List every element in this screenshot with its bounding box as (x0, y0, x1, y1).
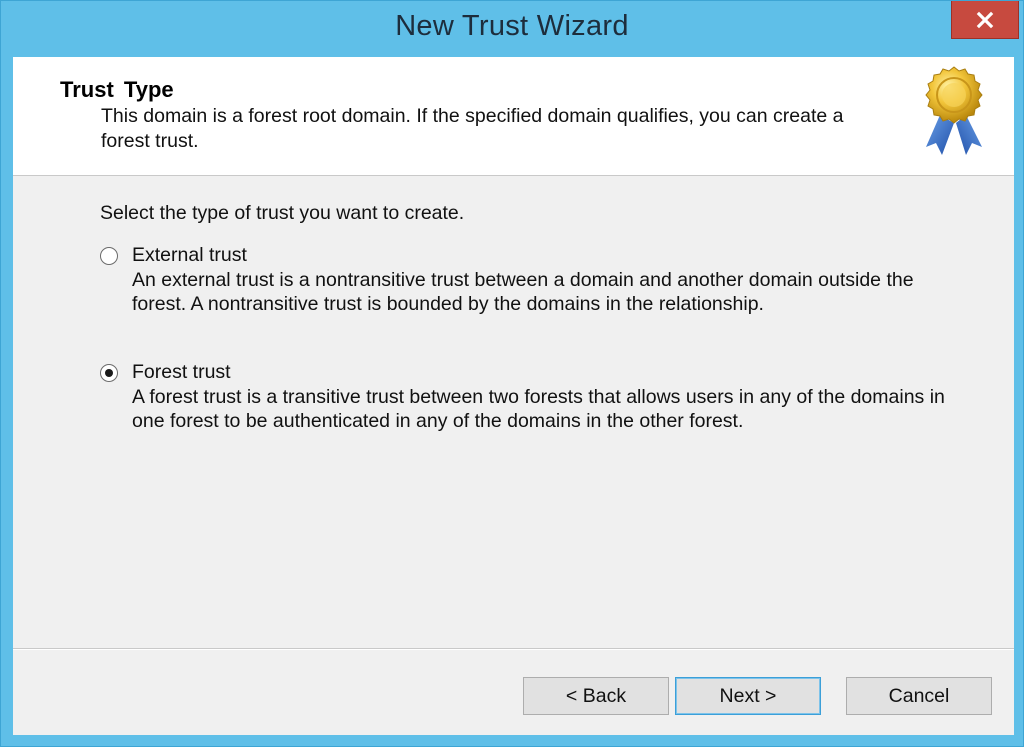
page-title: Trust Type (60, 77, 174, 102)
forest-trust-label[interactable]: Forest trust (132, 361, 231, 384)
external-trust-radio[interactable] (100, 247, 118, 265)
award-ribbon-icon (918, 65, 994, 159)
trust-type-prompt: Select the type of trust you want to cre… (100, 202, 465, 224)
forest-trust-description: A forest trust is a transitive trust bet… (132, 386, 945, 432)
next-button[interactable]: Next > (675, 677, 821, 715)
external-trust-description: An external trust is a nontransitive tru… (132, 269, 914, 315)
back-button[interactable]: < Back (523, 677, 669, 715)
footer-divider (13, 648, 1014, 650)
forest-trust-radio[interactable] (100, 364, 118, 382)
wizard-header: Trust Type This domain is a forest root … (13, 57, 1014, 176)
cancel-button[interactable]: Cancel (846, 677, 992, 715)
window-title: New Trust Wizard (395, 10, 629, 42)
close-button[interactable] (951, 1, 1019, 39)
close-icon (976, 11, 994, 29)
external-trust-label[interactable]: External trust (132, 244, 247, 267)
page-description: This domain is a forest root domain. If … (101, 105, 844, 152)
title-bar[interactable]: New Trust Wizard (1, 1, 1023, 57)
wizard-client-area: Trust Type This domain is a forest root … (13, 57, 1014, 735)
wizard-window: New Trust Wizard Trust Type This domain … (0, 0, 1024, 747)
